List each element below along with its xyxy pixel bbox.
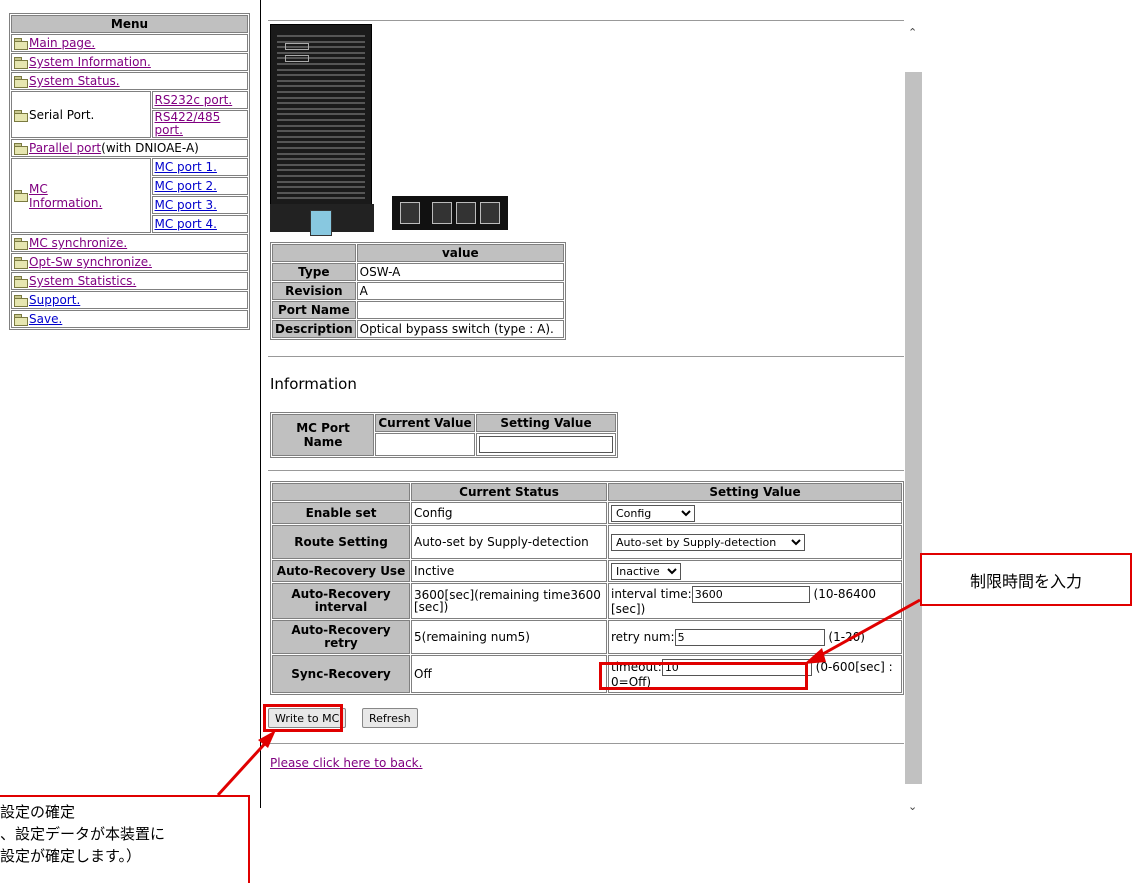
confirm-callout-line3: 設定が確定します。） (0, 847, 142, 865)
confirm-callout: 設定の確定 、設定データが本装置に 設定が確定します。） (0, 795, 250, 883)
confirm-callout-line1: 設定の確定 (0, 803, 76, 821)
limit-time-callout-text: 制限時間を入力 (969, 571, 1082, 591)
limit-time-callout: 制限時間を入力 (920, 553, 1132, 606)
callout-arrows (216, 598, 921, 883)
confirm-callout-line2: 、設定データが本装置に (0, 825, 166, 843)
